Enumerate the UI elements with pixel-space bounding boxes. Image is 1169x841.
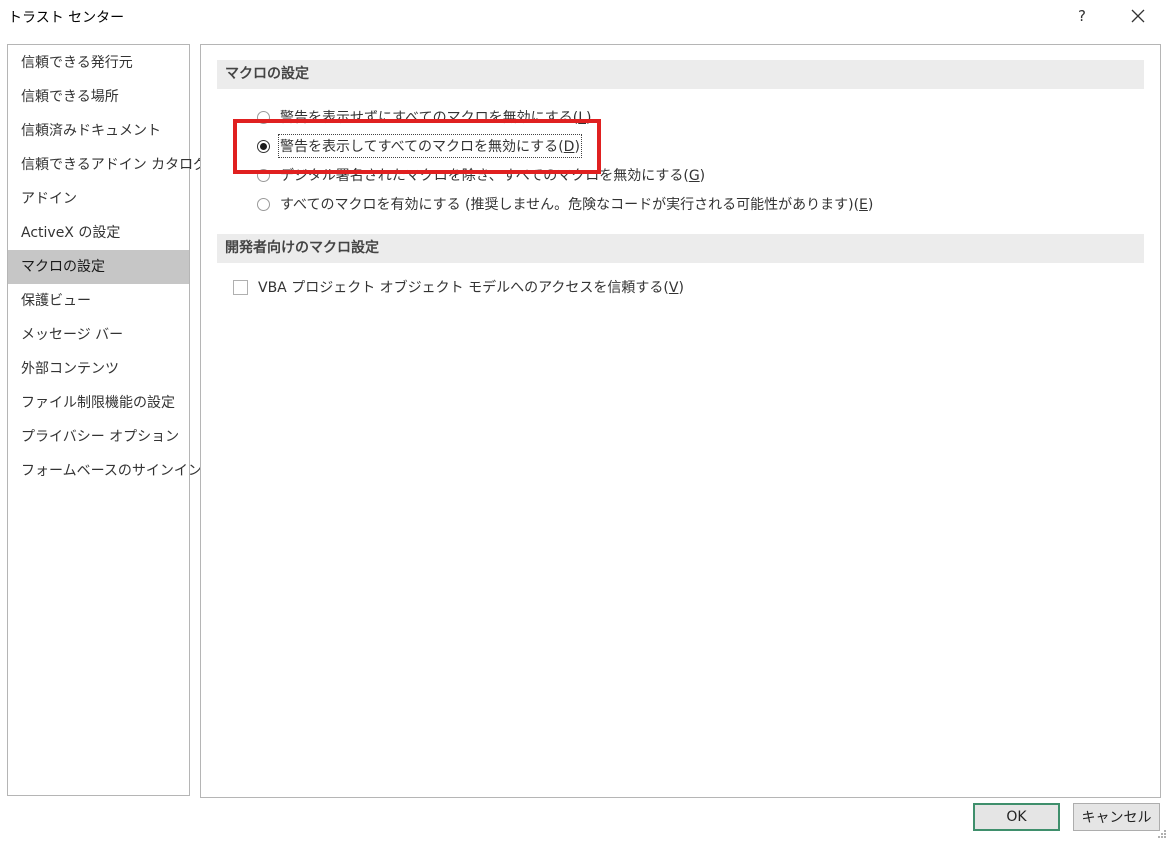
radio-disable-except-signed[interactable]: デジタル署名されたマクロを除き、すべてのマクロを無効にする(G): [257, 164, 705, 186]
sidebar-item-trusted-addin-catalogs[interactable]: 信頼できるアドイン カタログ: [8, 148, 207, 182]
sidebar-item-file-block-settings[interactable]: ファイル制限機能の設定: [8, 386, 189, 420]
radio-button[interactable]: [257, 110, 270, 124]
sidebar-item-activex-settings[interactable]: ActiveX の設定: [8, 216, 189, 250]
option-label: 警告を表示してすべてのマクロを無効にする(D): [278, 134, 582, 158]
sidebar-item-trusted-locations[interactable]: 信頼できる場所: [8, 80, 189, 114]
radio-button[interactable]: [257, 197, 270, 211]
help-button[interactable]: ?: [1059, 0, 1105, 32]
radio-button[interactable]: [257, 168, 270, 182]
radio-disable-all-no-notification[interactable]: 警告を表示せずにすべてのマクロを無効にする(L): [257, 106, 592, 128]
sidebar-item-macro-settings[interactable]: マクロの設定: [8, 250, 189, 284]
close-button[interactable]: [1115, 0, 1161, 32]
radio-enable-all[interactable]: すべてのマクロを有効にする (推奨しません。危険なコードが実行される可能性があり…: [257, 193, 873, 215]
help-icon: ?: [1078, 7, 1086, 25]
option-label: デジタル署名されたマクロを除き、すべてのマクロを無効にする(G): [280, 168, 706, 184]
resize-grip-icon[interactable]: [1157, 829, 1167, 839]
window-title: トラスト センター: [8, 10, 125, 26]
sidebar-nav: 信頼できる発行元 信頼できる場所 信頼済みドキュメント 信頼できるアドイン カタ…: [7, 44, 207, 796]
radio-button-checked[interactable]: [257, 139, 270, 153]
cancel-button[interactable]: キャンセル: [1073, 803, 1160, 831]
close-icon: [1131, 9, 1145, 23]
ok-button[interactable]: OK: [973, 803, 1060, 831]
sidebar-item-form-based-signin[interactable]: フォームベースのサインイン: [8, 454, 202, 488]
vba-access-checkbox-row[interactable]: VBA プロジェクト オブジェクト モデルへのアクセスを信頼する(V): [233, 276, 684, 298]
settings-panel: マクロの設定 警告を表示せずにすべてのマクロを無効にする(L) 警告を表示してす…: [200, 44, 1161, 798]
sidebar-item-protected-view[interactable]: 保護ビュー: [8, 284, 189, 318]
sidebar-item-privacy-options[interactable]: プライバシー オプション: [8, 420, 189, 454]
title-bar: トラスト センター ?: [0, 0, 1169, 34]
radio-disable-all-with-notification[interactable]: 警告を表示してすべてのマクロを無効にする(D): [257, 134, 582, 158]
macro-settings-header: マクロの設定: [217, 60, 1144, 89]
developer-macro-settings-header: 開発者向けのマクロ設定: [217, 234, 1144, 263]
sidebar-item-trusted-documents[interactable]: 信頼済みドキュメント: [8, 114, 189, 148]
option-label: 警告を表示せずにすべてのマクロを無効にする(L): [280, 110, 592, 126]
checkbox-label: VBA プロジェクト オブジェクト モデルへのアクセスを信頼する(V): [258, 280, 684, 296]
sidebar-item-external-content[interactable]: 外部コンテンツ: [8, 352, 189, 386]
sidebar-item-message-bar[interactable]: メッセージ バー: [8, 318, 189, 352]
checkbox[interactable]: [233, 279, 248, 295]
sidebar-item-addins[interactable]: アドイン: [8, 182, 189, 216]
sidebar-item-trusted-publishers[interactable]: 信頼できる発行元: [8, 46, 189, 80]
option-label: すべてのマクロを有効にする (推奨しません。危険なコードが実行される可能性があり…: [280, 197, 874, 213]
